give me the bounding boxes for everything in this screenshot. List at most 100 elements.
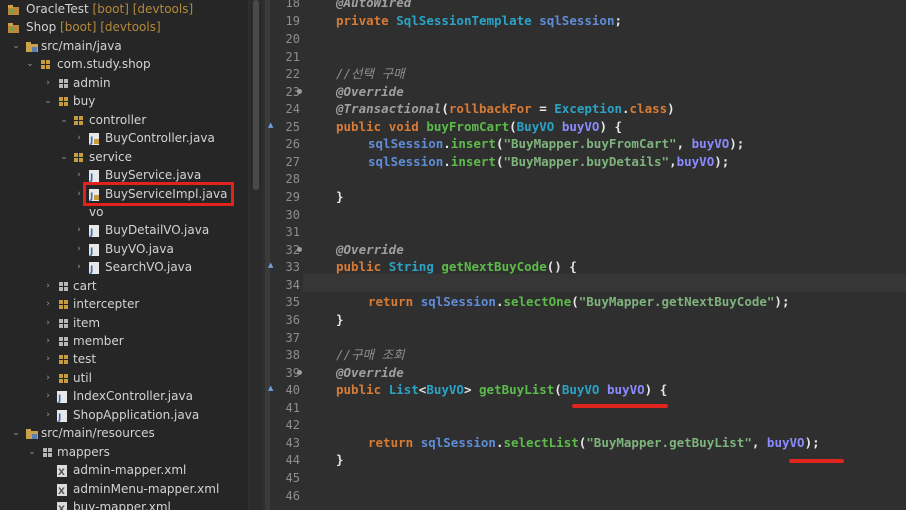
line-number: 24 [285, 102, 300, 116]
source-folder-icon [26, 40, 38, 52]
code-line-35[interactable]: return sqlSession.selectOne("BuyMapper.g… [368, 293, 789, 311]
collapse-arrow-icon[interactable]: ⌄ [28, 443, 36, 461]
keyword: public [336, 259, 382, 274]
field-name: sqlSession [368, 154, 444, 169]
string-literal: "BuyMapper.buyDetails" [503, 154, 670, 169]
expand-arrow-icon[interactable]: › [75, 258, 83, 276]
project-tags: [boot] [devtools] [60, 20, 161, 34]
line-number: 25 [285, 120, 300, 134]
type-name: SqlSessionTemplate [396, 13, 532, 28]
project-explorer: OracleTest [boot] [devtools] Shop [boot]… [0, 0, 248, 510]
type-name: String [388, 259, 434, 274]
field-name: sqlSession [420, 435, 496, 450]
java-file-icon: J [88, 224, 100, 238]
line-number: 26 [285, 137, 300, 151]
collapse-arrow-icon[interactable]: ⌄ [12, 37, 20, 55]
code-line-32[interactable]: @Override [336, 241, 404, 259]
tree-label: IndexController.java [73, 389, 193, 403]
code-line-29[interactable]: } [336, 188, 344, 206]
line-number: 19 [285, 14, 300, 28]
code-line-38[interactable]: //구매 조회 [336, 346, 405, 364]
tree-label: src/main/java [41, 39, 122, 53]
tree-label: controller [89, 113, 147, 127]
collapse-arrow-icon[interactable]: ⌄ [26, 55, 34, 73]
package-icon [73, 114, 85, 126]
expand-arrow-icon[interactable]: › [75, 129, 83, 147]
tree-label: item [73, 316, 101, 330]
type-name: Exception [554, 101, 622, 116]
svg-text:X: X [58, 487, 65, 496]
expand-arrow-icon[interactable]: › [75, 185, 83, 203]
code-line-36[interactable]: } [336, 311, 344, 329]
line-number: 38 [285, 348, 300, 362]
fold-marker-icon[interactable] [297, 370, 302, 375]
folder-icon [42, 446, 54, 458]
code-line-18[interactable]: @AutoWired [336, 0, 411, 12]
line-number: 23 [285, 85, 300, 99]
tree-label: mappers [57, 445, 110, 459]
line-number: 34 [285, 278, 300, 292]
fold-marker-icon[interactable] [297, 247, 302, 252]
annotation: @AutoWired [336, 0, 412, 10]
code-line-23[interactable]: @Override [336, 83, 404, 101]
package-icon [58, 77, 70, 89]
comment: //구매 조회 [336, 347, 405, 362]
field-name: sqlSession [539, 13, 615, 28]
keyword: public [336, 382, 382, 397]
tree-label: admin-mapper.xml [73, 463, 187, 477]
line-number: 42 [285, 418, 300, 432]
tree-label: intercepter [73, 297, 140, 311]
expand-arrow-icon[interactable]: › [75, 166, 83, 184]
package-icon [40, 58, 52, 70]
line-number: 33 [285, 260, 300, 274]
expand-arrow-icon[interactable]: › [44, 350, 52, 368]
expand-arrow-icon[interactable]: › [75, 240, 83, 258]
svg-text:J: J [57, 394, 61, 403]
line-number: 30 [285, 208, 300, 222]
tree-label: admin [73, 76, 111, 90]
expand-arrow-icon[interactable]: › [44, 277, 52, 295]
param-name: buyVO [691, 136, 730, 151]
package-icon [58, 298, 70, 310]
expand-arrow-icon[interactable]: › [44, 295, 52, 313]
current-line-highlight [303, 274, 906, 292]
expand-arrow-icon[interactable]: › [44, 314, 52, 332]
collapse-arrow-icon[interactable]: ⌄ [60, 148, 68, 166]
annotation-param: rollbackFor [448, 101, 532, 116]
expand-arrow-icon[interactable]: › [44, 332, 52, 350]
code-line-26[interactable]: sqlSession.insert("BuyMapper.buyFromCart… [368, 135, 744, 153]
code-line-40[interactable]: public List<BuyVO> getBuyList(BuyVO buyV… [336, 381, 667, 399]
punctuation: ; [614, 13, 623, 28]
collapse-arrow-icon[interactable]: ⌄ [44, 92, 52, 110]
expand-arrow-icon[interactable]: › [75, 221, 83, 239]
code-line-25[interactable]: public void buyFromCart(BuyVO buyVO) { [336, 118, 622, 136]
keyword: return [368, 294, 414, 309]
field-name: sqlSession [368, 136, 444, 151]
collapse-arrow-icon[interactable]: ⌄ [12, 424, 20, 442]
expand-arrow-icon[interactable]: › [44, 387, 52, 405]
xml-file-icon: X [56, 464, 68, 478]
code-line-27[interactable]: sqlSession.insert("BuyMapper.buyDetails"… [368, 153, 729, 171]
expand-arrow-icon[interactable]: › [44, 369, 52, 387]
java-file-icon: J [88, 132, 100, 146]
line-number: 28 [285, 172, 300, 186]
code-line-39[interactable]: @Override [336, 364, 404, 382]
explorer-scrollbar-thumb[interactable] [253, 0, 259, 190]
collapse-arrow-icon[interactable]: ⌄ [60, 111, 68, 129]
code-line-33[interactable]: public String getNextBuyCode() { [336, 258, 577, 276]
keyword: class [629, 101, 668, 116]
line-number: 41 [285, 401, 300, 415]
expand-arrow-icon[interactable]: › [44, 74, 52, 92]
expand-arrow-icon[interactable]: › [44, 406, 52, 424]
closing-brace: } [336, 189, 344, 204]
code-line-22[interactable]: //선택 구매 [336, 65, 405, 83]
fold-marker-icon[interactable] [297, 89, 302, 94]
tree-label: com.study.shop [57, 57, 151, 71]
line-number: 46 [285, 489, 300, 503]
underline-marker [572, 404, 668, 408]
tree-label: util [73, 371, 92, 385]
code-line-19[interactable]: private SqlSessionTemplate sqlSession; [336, 12, 622, 30]
code-line-24[interactable]: @Transactional(rollbackFor = Exception.c… [336, 100, 675, 118]
code-line-43[interactable]: return sqlSession.selectList("BuyMapper.… [368, 434, 820, 452]
code-line-44[interactable]: } [336, 451, 344, 469]
